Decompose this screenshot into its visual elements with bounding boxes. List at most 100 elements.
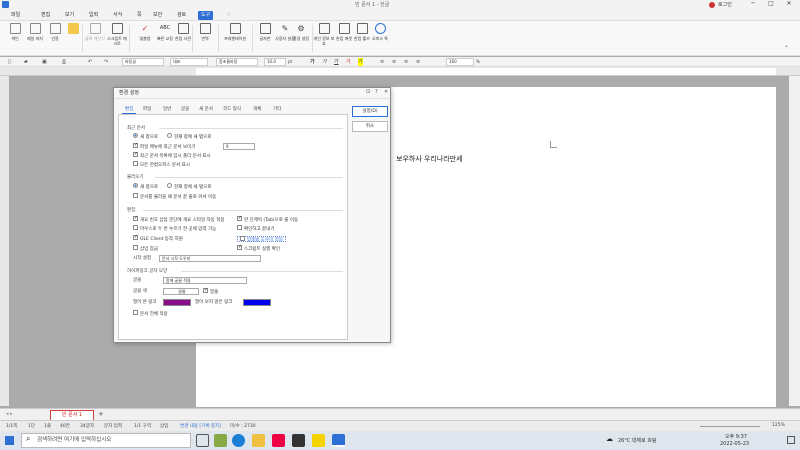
underline-button[interactable]: 가 bbox=[334, 58, 339, 66]
document-text[interactable]: 보우하사 우리나라만세 bbox=[396, 154, 463, 164]
close-icon[interactable]: ✕ bbox=[384, 89, 388, 95]
windows-start-icon[interactable] bbox=[5, 436, 14, 445]
new-doc-icon[interactable]: ▯ bbox=[8, 58, 11, 66]
radio-open-new-window[interactable]: 새 창으로 bbox=[133, 183, 158, 190]
menu-insert[interactable]: 입력 bbox=[86, 11, 101, 20]
mail-merge-button[interactable]: 메일 머지 bbox=[24, 23, 46, 54]
tab-file[interactable]: 파일 bbox=[140, 105, 154, 114]
index-button[interactable]: 색인 bbox=[4, 23, 26, 54]
tab-code-format[interactable]: 코드 형식 bbox=[220, 105, 244, 114]
italic-button[interactable]: 가 bbox=[322, 58, 327, 66]
preferences-button[interactable]: ⚙ 환경 설정 bbox=[290, 23, 312, 54]
zoom-input[interactable]: 160 bbox=[446, 58, 474, 66]
checkbox-tab-indent[interactable]: 한 단계씩 (Tab)으로 줄 이동 bbox=[237, 215, 298, 223]
save-icon[interactable]: ▣ bbox=[42, 58, 47, 66]
underline-select[interactable]: 밑줄 bbox=[163, 288, 199, 295]
unvisited-color-swatch[interactable] bbox=[243, 299, 271, 306]
checkbox-underline[interactable]: 밑줄 bbox=[203, 287, 218, 295]
privacy-button[interactable]: 개인 정보 보호 bbox=[313, 23, 335, 54]
status-track-changes[interactable]: 변경 내용 [기록 중지] bbox=[180, 423, 221, 429]
login-button[interactable]: 로그인 bbox=[718, 1, 732, 8]
language-select[interactable]: 대표 bbox=[170, 58, 208, 66]
ok-button[interactable]: 설정(D) bbox=[352, 106, 388, 117]
tab-edit[interactable]: 편집 bbox=[122, 105, 137, 114]
highlight-button[interactable]: 가 bbox=[358, 58, 363, 66]
menu-view[interactable]: 보기 bbox=[62, 11, 77, 20]
maximize-button[interactable]: □ bbox=[762, 0, 780, 10]
zoom-slider[interactable] bbox=[700, 426, 760, 427]
clock-date[interactable]: 2022-05-23 bbox=[720, 441, 749, 447]
task-view-icon[interactable] bbox=[196, 434, 209, 447]
menu-file[interactable]: 파일 bbox=[8, 11, 23, 20]
edge-icon[interactable] bbox=[232, 434, 245, 447]
tab-etc[interactable]: 기타 bbox=[270, 105, 284, 114]
office-talk-button[interactable]: 오피스 톡 bbox=[369, 23, 391, 54]
open-icon[interactable]: ▰ bbox=[24, 58, 28, 66]
print-icon[interactable]: ⎙ bbox=[62, 58, 66, 66]
visited-color-swatch[interactable] bbox=[163, 299, 191, 306]
help-icon[interactable]: ? bbox=[375, 89, 378, 95]
restore-icon[interactable]: ⊡ bbox=[366, 89, 370, 95]
checkbox-show-guideline[interactable]: 맞춤법 도우미 작동 bbox=[237, 236, 286, 243]
align-justify-icon[interactable]: ≡ bbox=[416, 58, 420, 66]
notification-icon[interactable] bbox=[787, 436, 795, 444]
menu-format[interactable]: 서식 bbox=[110, 11, 125, 20]
file-explorer-icon[interactable] bbox=[252, 434, 265, 447]
menu-review[interactable]: 검토 bbox=[174, 11, 189, 20]
checkbox-script-confirm[interactable]: 스크립트 실행 확인 bbox=[237, 244, 280, 252]
add-tab-button[interactable]: + bbox=[98, 410, 104, 418]
bold-button[interactable]: 가 bbox=[310, 58, 315, 66]
checkbox-show-hancom-office[interactable]: 모든 한컴오피스 문서 표시 bbox=[133, 161, 190, 168]
tab-nav-icon[interactable]: ◂ ▸ bbox=[6, 411, 13, 417]
taskbar-search[interactable]: 검색하려면 여기에 입력하십시오 bbox=[21, 433, 191, 448]
cancel-button[interactable]: 취소 bbox=[352, 121, 388, 132]
checkbox-cursor-move[interactable]: 문서를 불러올 때 문서 끝 줄로 커서 이동 bbox=[133, 193, 216, 200]
kakaotalk-icon[interactable] bbox=[312, 434, 325, 447]
dictionary-button[interactable]: 한컴 사전 bbox=[172, 23, 194, 54]
chevron-up-icon[interactable]: ⌃ bbox=[784, 45, 789, 52]
star-icon[interactable]: ☆ bbox=[226, 11, 231, 18]
radio-open-current-tab[interactable]: 현재 창에 새 탭으로 bbox=[167, 183, 211, 190]
menu-edit[interactable]: 편집 bbox=[38, 11, 53, 20]
checkbox-insert-lock[interactable]: 삽입 잠금 bbox=[133, 245, 158, 252]
recent-count-input[interactable]: 9 bbox=[223, 143, 255, 150]
tab-font[interactable]: 글꼴 bbox=[178, 105, 192, 114]
align-center-icon[interactable]: ≡ bbox=[392, 58, 396, 66]
menu-security[interactable]: 보안 bbox=[150, 11, 165, 20]
font-size-input[interactable]: 10.0 bbox=[264, 58, 286, 66]
tab-new-document[interactable]: 새 문서 bbox=[196, 105, 216, 114]
close-button[interactable]: ✕ bbox=[780, 0, 798, 10]
app-icon[interactable] bbox=[214, 434, 227, 447]
presentation-button[interactable]: 프레젠테이션 bbox=[220, 23, 250, 54]
keyboard-button[interactable]: 글자판 bbox=[254, 23, 276, 54]
checkbox-confirm-close[interactable]: 확인하고 끝내기 bbox=[237, 225, 274, 232]
hyperlink-font-select[interactable]: 함께 글꼴 적용 bbox=[163, 277, 247, 284]
font-color-button[interactable]: 가 bbox=[346, 58, 351, 66]
tab-general[interactable]: 일반 bbox=[160, 105, 174, 114]
redo-icon[interactable]: ↷ bbox=[104, 58, 108, 66]
align-left-icon[interactable]: ≡ bbox=[380, 58, 384, 66]
spellcheck-button[interactable]: ✓ 맞춤법 bbox=[134, 23, 156, 54]
undo-icon[interactable]: ↶ bbox=[88, 58, 92, 66]
macro-button[interactable]: 스크립트 매크로 bbox=[106, 23, 128, 54]
minimize-button[interactable]: ─ bbox=[744, 0, 762, 10]
vertical-scrollbar[interactable] bbox=[789, 76, 800, 406]
office-icon[interactable] bbox=[272, 434, 285, 447]
checkbox-auto-outline[interactable]: 개요 번호 삽입 문단에 개요 스타일 자동 적용 bbox=[133, 215, 225, 223]
checkbox-mouse-click-input[interactable]: 마우스로 두 번 누르기 한 곳에 입력 가능 bbox=[133, 225, 216, 232]
menu-tools[interactable]: 도구 bbox=[198, 11, 214, 20]
align-right-icon[interactable]: ≡ bbox=[404, 58, 408, 66]
tab-object[interactable]: 개체 bbox=[250, 105, 264, 114]
radio-recent-current-tab[interactable]: 현재 창에 새 탭으로 bbox=[167, 133, 211, 140]
weather-text[interactable]: 26°C 대체로 흐림 bbox=[618, 437, 657, 444]
font-select[interactable]: 함초롬바탕 bbox=[216, 58, 258, 66]
checkbox-ole-client[interactable]: OLE Client 동작 지원 bbox=[133, 234, 183, 242]
style-select[interactable]: 바탕글 bbox=[122, 58, 164, 66]
block-calc-button[interactable]: 블록 계산식 bbox=[84, 23, 106, 54]
clock-time[interactable]: 오후 9:37 bbox=[725, 433, 747, 440]
checkbox-apply-all[interactable]: 문서 전체 적용 bbox=[133, 310, 168, 317]
menu-page[interactable]: 쪽 bbox=[134, 11, 145, 20]
checkbox-show-recent-count[interactable]: 파일 메뉴에 최근 문서 보이기 bbox=[133, 142, 195, 150]
hwp-taskbar-icon[interactable] bbox=[332, 434, 345, 447]
startup-setting-select[interactable]: 문서 시작 도우미 bbox=[159, 255, 261, 262]
